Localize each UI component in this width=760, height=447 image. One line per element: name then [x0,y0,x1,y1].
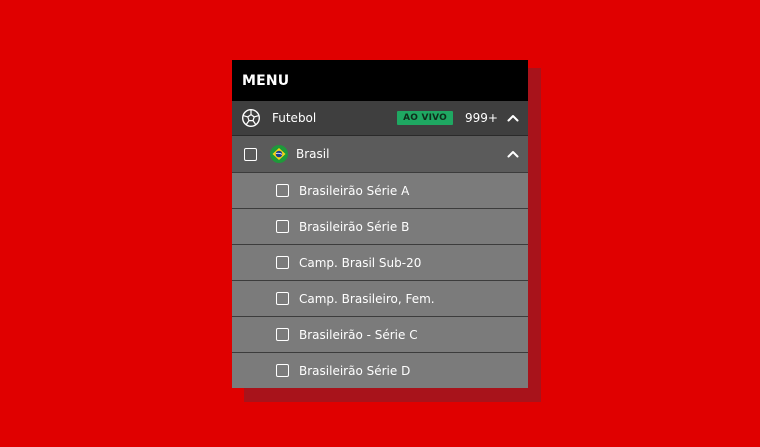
league-checkbox[interactable] [276,220,289,233]
league-label: Brasileirão Série B [299,219,410,234]
chevron-up-icon[interactable] [506,111,520,125]
league-list: Brasileirão Série A Brasileirão Série B Ca… [232,172,528,388]
league-label: Camp. Brasileiro, Fem. [299,291,435,306]
league-checkbox[interactable] [276,364,289,377]
sport-row-futebol[interactable]: Futebol AO VIVO 999+ [232,101,528,136]
league-label: Brasileirão Série A [299,183,410,198]
country-checkbox[interactable] [244,147,257,161]
country-label: Brasil [296,147,330,161]
league-item[interactable]: Brasileirão Série D [232,352,528,388]
live-badge: AO VIVO [397,111,454,125]
chevron-up-icon[interactable] [506,147,520,161]
menu-header: MENU [232,60,528,101]
league-label: Brasileirão Série D [299,363,411,378]
league-checkbox[interactable] [276,256,289,269]
league-item[interactable]: Camp. Brasil Sub-20 [232,244,528,280]
country-row-brasil[interactable]: Brasil [232,136,528,172]
league-checkbox[interactable] [276,328,289,341]
sport-label: Futebol [272,111,317,125]
brazil-flag-icon [270,145,288,163]
league-item[interactable]: Brasileirão Série A [232,172,528,208]
soccer-ball-icon [241,108,261,128]
league-item[interactable]: Brasileirão Série B [232,208,528,244]
league-item[interactable]: Camp. Brasileiro, Fem. [232,280,528,316]
menu-title: MENU [242,72,290,89]
league-label: Camp. Brasil Sub-20 [299,255,422,270]
league-checkbox[interactable] [276,184,289,197]
league-item[interactable]: Brasileirão - Série C [232,316,528,352]
league-checkbox[interactable] [276,292,289,305]
event-count: 999+ [465,111,498,125]
sports-menu: MENU Futebol AO VIVO 999+ Brasil Brasile… [232,60,528,388]
league-label: Brasileirão - Série C [299,327,418,342]
